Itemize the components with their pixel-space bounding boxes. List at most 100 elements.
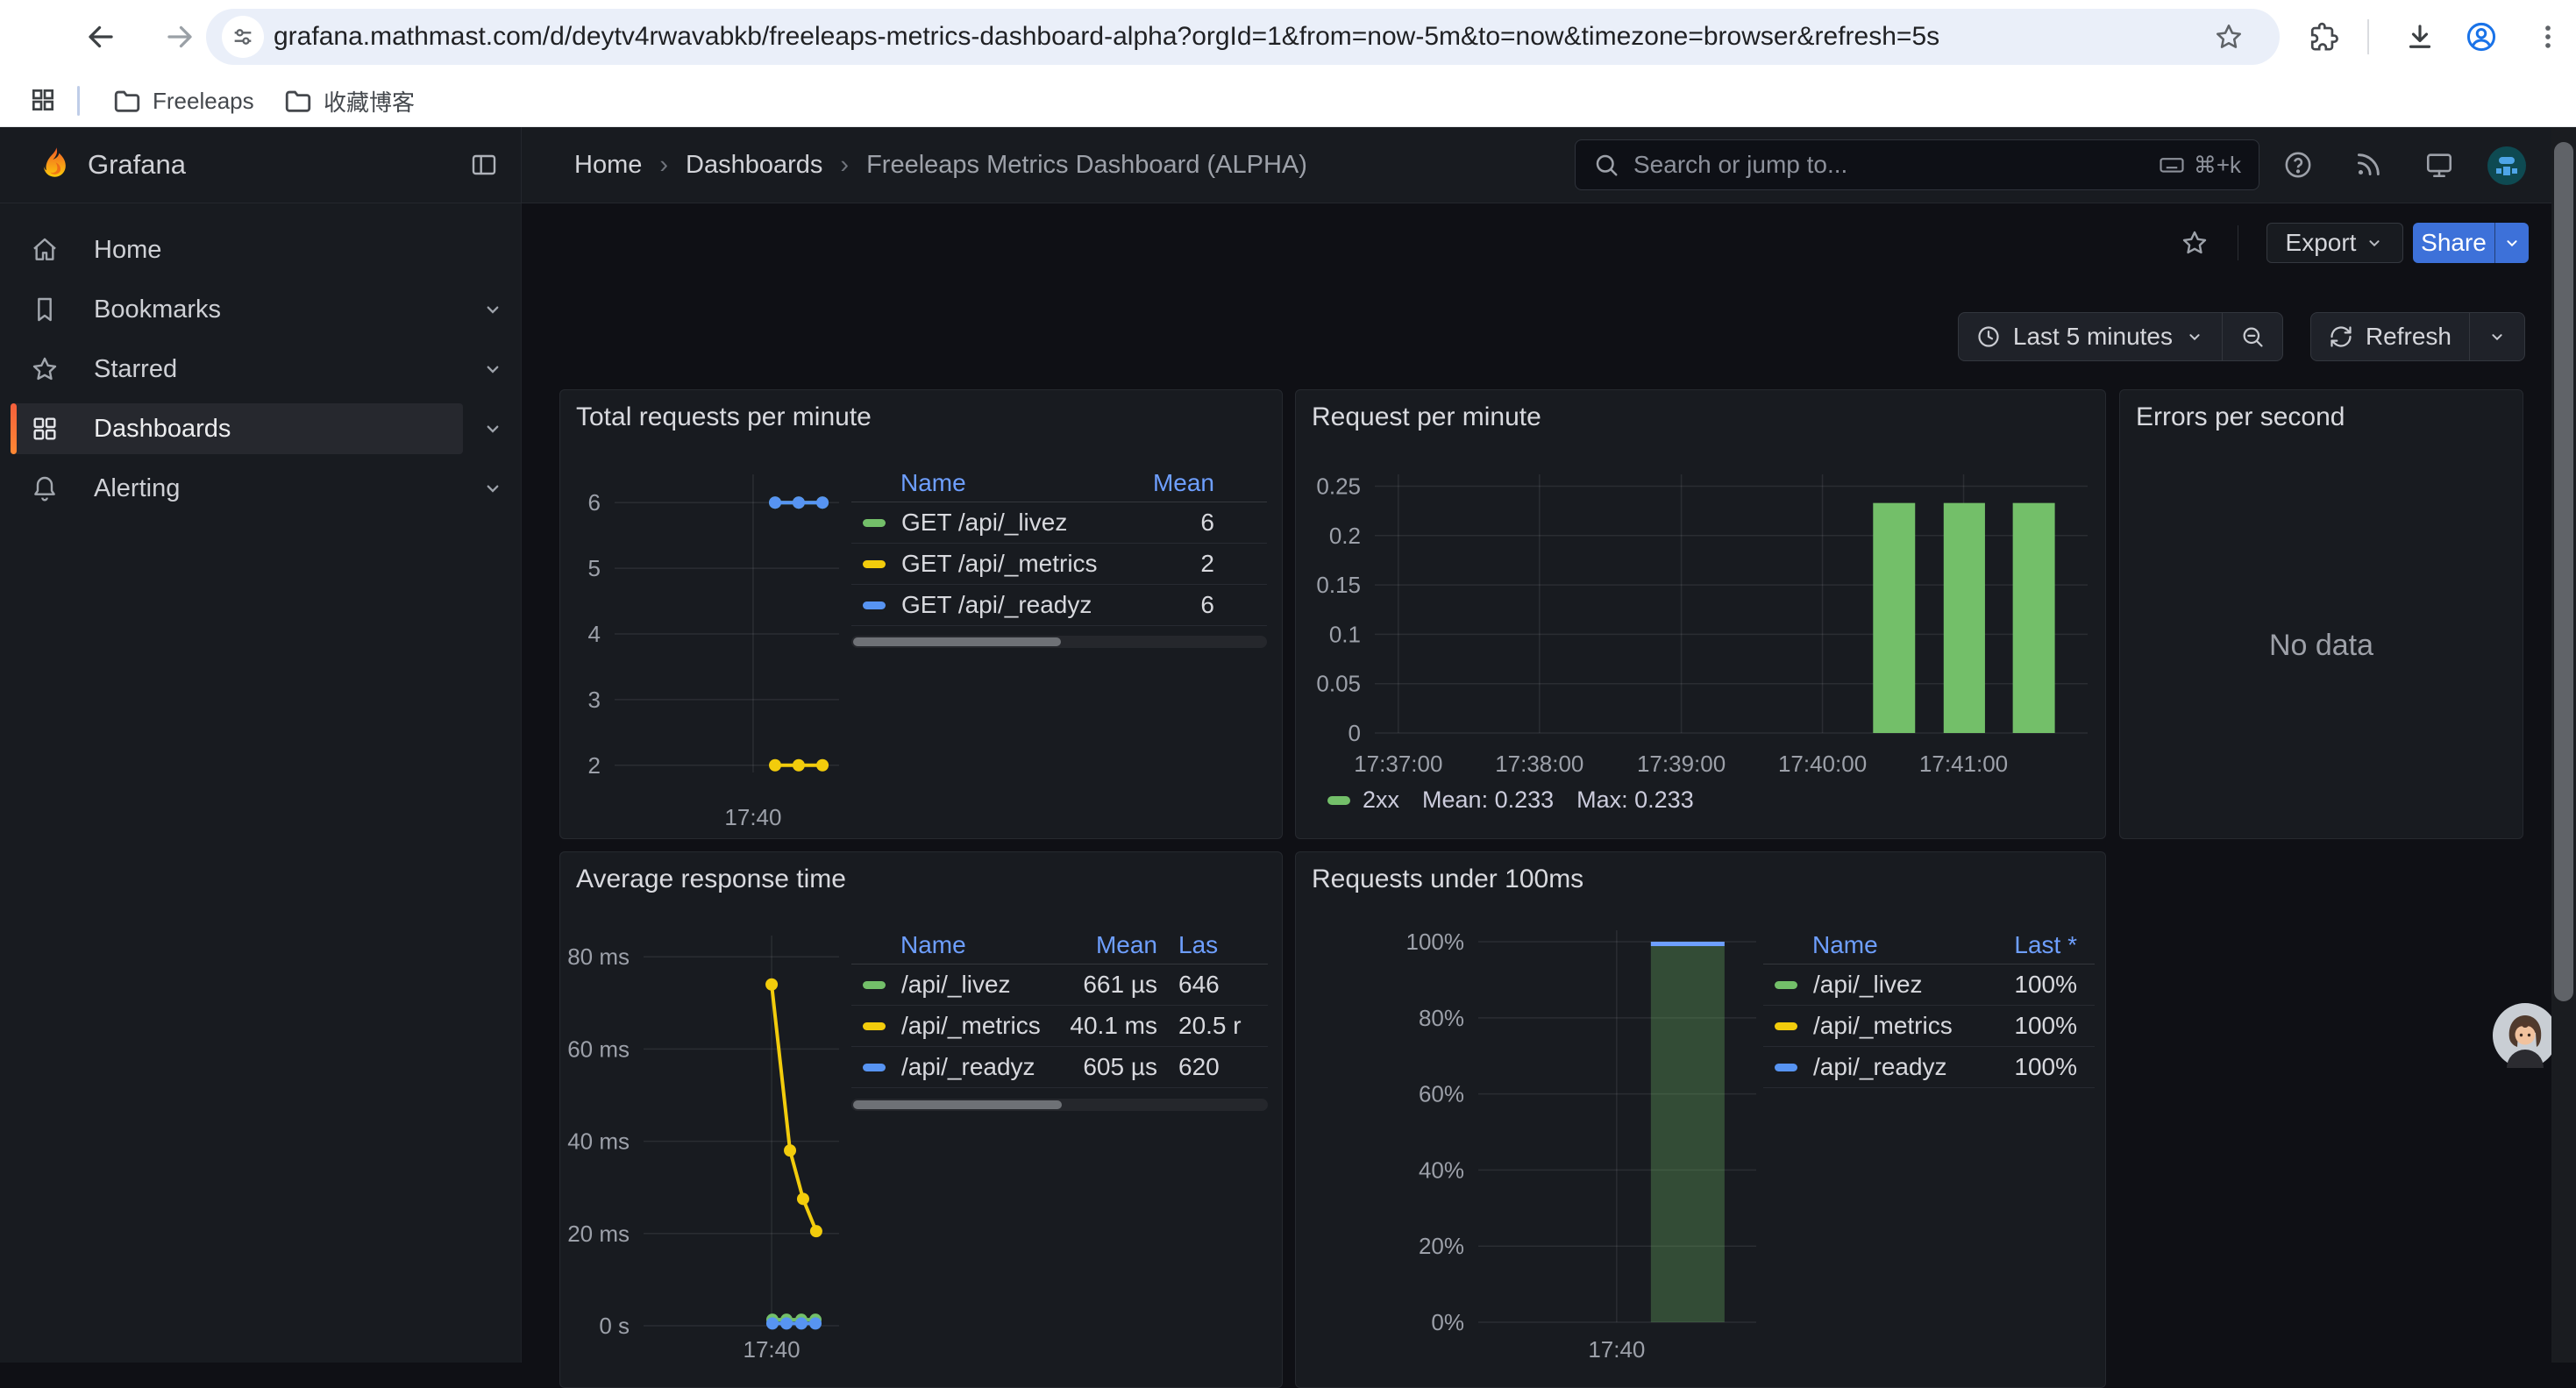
site-settings-icon[interactable]	[222, 16, 264, 58]
menu-dots-icon[interactable]	[2529, 18, 2567, 56]
legend-table: NameMeanLas/api/_livez661 µs646/api/_met…	[851, 926, 1268, 1088]
legend-header[interactable]: NameMeanLas	[851, 926, 1268, 964]
browser-toolbar: grafana.mathmast.com/d/deytv4rwavabkb/fr…	[0, 0, 2576, 74]
legend-row[interactable]: /api/_metrics40.1 ms20.5 r	[851, 1006, 1268, 1047]
chevron-down-icon[interactable]	[480, 357, 505, 381]
time-range-picker[interactable]: Last 5 minutes	[1959, 313, 2222, 360]
scrollbar-thumb[interactable]	[2554, 142, 2573, 1001]
svg-text:0%: 0%	[1431, 1309, 1464, 1335]
url-text[interactable]: grafana.mathmast.com/d/deytv4rwavabkb/fr…	[274, 9, 1939, 65]
refresh-button[interactable]: Refresh	[2311, 313, 2469, 360]
bookmark-label: 收藏博客	[324, 85, 415, 117]
legend-row[interactable]: /api/_readyz100%	[1763, 1047, 2095, 1088]
legend-scrollbar[interactable]	[851, 1099, 1268, 1111]
breadcrumb-separator: ›	[840, 151, 849, 180]
monitor-icon[interactable]	[2420, 146, 2459, 184]
chevron-down-icon[interactable]	[480, 416, 505, 441]
panel-errors-per-second: Errors per second No data	[2119, 389, 2523, 839]
url-bar[interactable]: grafana.mathmast.com/d/deytv4rwavabkb/fr…	[206, 9, 2280, 65]
alerting-icon	[31, 474, 59, 502]
bookmark-freeleaps[interactable]: Freeleaps	[103, 82, 263, 119]
refresh-interval-button[interactable]	[2470, 313, 2524, 360]
profile-icon[interactable]	[2462, 18, 2501, 56]
assistant-avatar[interactable]	[2493, 1003, 2558, 1068]
chevron-down-icon	[2185, 327, 2204, 346]
chevron-down-icon	[2365, 233, 2384, 253]
back-icon[interactable]	[82, 18, 120, 56]
legend-series[interactable]: 2xx	[1327, 787, 1399, 814]
bookmarks-bar: Freeleaps 收藏博客	[0, 74, 2576, 127]
svg-text:60 ms: 60 ms	[567, 1036, 630, 1062]
chevron-down-icon	[2487, 327, 2507, 346]
sidebar-item-label: Alerting	[94, 474, 180, 503]
chevron-down-icon[interactable]	[480, 476, 505, 501]
bar-chart[interactable]: 0.250.20.150.10.05017:37:0017:38:0017:39…	[1296, 390, 2105, 838]
scrollbar-thumb[interactable]	[853, 1100, 1062, 1109]
svg-text:17:40: 17:40	[744, 1336, 801, 1363]
svg-text:6: 6	[588, 489, 601, 516]
legend-row[interactable]: GET /api/_livez6	[851, 502, 1267, 544]
svg-text:17:40:00: 17:40:00	[1778, 751, 1867, 777]
bookmark-label: Freeleaps	[153, 88, 254, 115]
bookmark-blogs[interactable]: 收藏博客	[274, 82, 423, 119]
help-icon[interactable]	[2279, 146, 2317, 184]
search-shortcut: ⌘+k	[2159, 152, 2241, 179]
sidebar-item-dashboards[interactable]: Dashboards	[0, 399, 522, 459]
svg-text:2: 2	[588, 752, 601, 779]
share-button[interactable]: Share	[2413, 223, 2494, 263]
legend-max: Max: 0.233	[1576, 787, 1694, 814]
legend-row[interactable]: /api/_livez661 µs646	[851, 964, 1268, 1006]
legend-row[interactable]: GET /api/_readyz6	[851, 585, 1267, 626]
svg-text:80 ms: 80 ms	[567, 943, 630, 970]
panel-total-requests-per-minute: Total requests per minute 6543217:40 Nam…	[559, 389, 1283, 839]
legend-header[interactable]: NameLast *	[1763, 926, 2095, 964]
forward-icon[interactable]	[160, 18, 199, 56]
user-avatar[interactable]	[2487, 146, 2526, 185]
grafana-logo	[37, 146, 74, 183]
zoom-out-button[interactable]	[2223, 313, 2282, 360]
legend-scrollbar[interactable]	[851, 636, 1267, 648]
chevron-down-icon[interactable]	[480, 297, 505, 322]
legend-header[interactable]: NameMean	[851, 464, 1267, 502]
sidebar-item-starred[interactable]: Starred	[0, 339, 522, 399]
svg-text:0 s: 0 s	[599, 1313, 630, 1339]
legend-row[interactable]: /api/_livez100%	[1763, 964, 2095, 1006]
panel-average-response-time: Average response time 80 ms60 ms40 ms20 …	[559, 851, 1283, 1388]
star-icon	[31, 355, 59, 383]
panel-title[interactable]: Errors per second	[2136, 402, 2345, 432]
svg-text:0.15: 0.15	[1316, 572, 1361, 598]
export-button[interactable]: Export	[2266, 223, 2403, 263]
series-swatch	[863, 560, 886, 568]
legend-table: NameMeanGET /api/_livez6GET /api/_metric…	[851, 464, 1267, 626]
legend-table: NameLast */api/_livez100%/api/_metrics10…	[1763, 926, 2095, 1088]
page-scrollbar[interactable]	[2551, 127, 2576, 1363]
scrollbar-thumb[interactable]	[853, 637, 1061, 646]
breadcrumb-home[interactable]: Home	[574, 151, 642, 180]
breadcrumb: Home › Dashboards › Freeleaps Metrics Da…	[574, 127, 1307, 203]
svg-text:40 ms: 40 ms	[567, 1128, 630, 1155]
search-input[interactable]: Search or jump to... ⌘+k	[1575, 139, 2259, 190]
download-icon[interactable]	[2401, 18, 2439, 56]
news-icon[interactable]	[2349, 146, 2387, 184]
extensions-icon[interactable]	[2304, 18, 2343, 56]
sidebar: Home Bookmarks Starred Dashboards Al	[0, 203, 522, 1363]
apps-grid-icon[interactable]	[24, 81, 62, 119]
breadcrumb-dashboards[interactable]: Dashboards	[686, 151, 822, 180]
legend-row[interactable]: GET /api/_metrics2	[851, 544, 1267, 585]
favorite-star-icon[interactable]	[2175, 224, 2214, 262]
sidebar-toggle-icon[interactable]	[470, 151, 498, 179]
legend-row[interactable]: /api/_metrics100%	[1763, 1006, 2095, 1047]
share-menu-button[interactable]	[2494, 223, 2529, 263]
brand-name[interactable]: Grafana	[88, 127, 186, 203]
legend-row[interactable]: /api/_readyz605 µs620	[851, 1047, 1268, 1088]
series-swatch	[863, 981, 886, 989]
series-swatch	[1775, 1022, 1797, 1030]
series-swatch	[863, 1022, 886, 1030]
svg-text:80%: 80%	[1419, 1005, 1464, 1031]
svg-text:20 ms: 20 ms	[567, 1221, 630, 1247]
sidebar-item-bookmarks[interactable]: Bookmarks	[0, 280, 522, 339]
sidebar-item-home[interactable]: Home	[0, 220, 522, 280]
bookmark-star-icon[interactable]	[2210, 18, 2248, 56]
clock-icon	[1976, 324, 2001, 349]
sidebar-item-alerting[interactable]: Alerting	[0, 459, 522, 518]
